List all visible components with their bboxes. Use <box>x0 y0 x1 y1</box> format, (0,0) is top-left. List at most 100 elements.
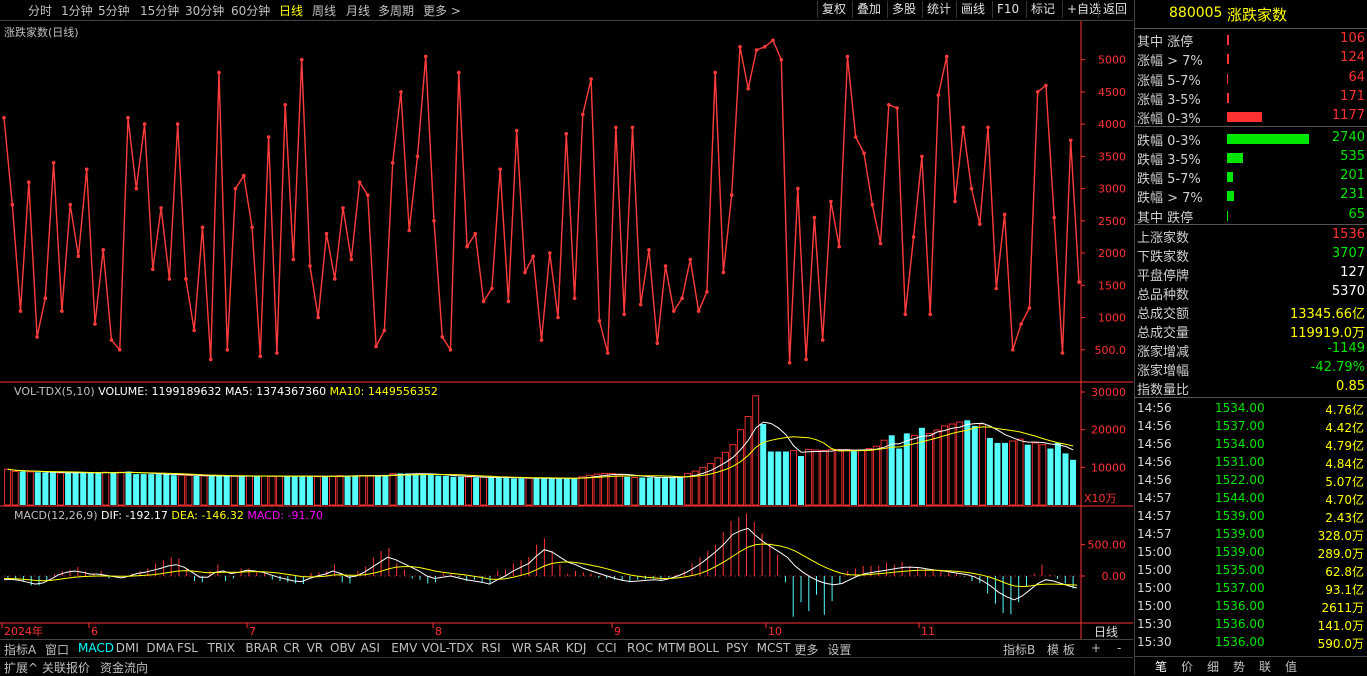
status-item-0[interactable]: 扩展^ <box>4 659 38 676</box>
tick-row[interactable]: 14:56 1534.00 4.76亿 <box>1135 400 1367 418</box>
volume-bar <box>677 477 684 505</box>
toolbar-button-5[interactable]: F10 <box>992 1 1023 18</box>
tick-row[interactable]: 14:57 1539.00 2.43亿 <box>1135 508 1367 526</box>
stat-row: 下跌家数 3707 <box>1135 245 1367 265</box>
period-tab-5[interactable]: 60分钟 <box>231 2 270 19</box>
volume-bar <box>684 472 692 506</box>
tick-amount: 4.42亿 <box>1325 421 1364 435</box>
status-item-2[interactable]: 资金流向 <box>100 659 148 676</box>
indicator-tab-0[interactable]: 窗口 <box>45 641 69 658</box>
indicator-tab-8[interactable]: VR <box>307 641 324 655</box>
breadth-point <box>705 290 709 294</box>
tick-row[interactable]: 14:56 1537.00 4.42亿 <box>1135 418 1367 436</box>
volume-bar <box>185 475 193 506</box>
tick-row[interactable]: 14:56 1522.00 5.07亿 <box>1135 472 1367 490</box>
right-tab-0[interactable]: 笔 <box>1155 658 1167 675</box>
indicator-tab-22[interactable]: MCST <box>757 641 791 655</box>
period-tab-9[interactable]: 多周期 <box>378 2 414 19</box>
period-tab-7[interactable]: 周线 <box>312 2 336 19</box>
indicator-tab-16[interactable]: KDJ <box>566 641 587 655</box>
period-tab-0[interactable]: 分时 <box>28 2 52 19</box>
volume-bar <box>11 471 19 506</box>
tick-row[interactable]: 14:56 1531.00 4.84亿 <box>1135 454 1367 472</box>
tick-amount: 4.76亿 <box>1325 403 1364 417</box>
toolbar-button-6[interactable]: 标记 <box>1026 1 1059 18</box>
tick-row[interactable]: 14:57 1544.00 4.70亿 <box>1135 490 1367 508</box>
tick-amount: 590.0万 <box>1317 637 1364 651</box>
toolbar-button-1[interactable]: 叠加 <box>852 1 885 18</box>
breadth-point <box>936 93 941 97</box>
period-tab-2[interactable]: 5分钟 <box>98 2 130 19</box>
right-tab-5[interactable]: 值 <box>1285 658 1297 675</box>
indicator-tab-2[interactable]: DMI <box>116 641 139 655</box>
indicator-tab-14[interactable]: WR <box>512 641 532 655</box>
indicator-tab-20[interactable]: BOLL <box>688 641 719 655</box>
indicator-tab-3[interactable]: DMA <box>146 641 174 655</box>
indicator-tab-10[interactable]: ASI <box>361 641 380 655</box>
breadth-label: 跌幅 5-7% <box>1137 172 1201 188</box>
volume-bar <box>964 420 971 506</box>
toolbar-button-3[interactable]: 统计 <box>922 1 955 18</box>
right-tab-4[interactable]: 联 <box>1259 658 1271 675</box>
indicator-tab-17[interactable]: CCI <box>596 641 616 655</box>
breadth-row: 涨幅 > 7% 124 <box>1135 49 1367 69</box>
indicator-tab-11[interactable]: EMV <box>391 641 417 655</box>
indicator-right-2[interactable]: + <box>1091 641 1101 655</box>
period-tab-4[interactable]: 30分钟 <box>185 2 224 19</box>
volume-bar <box>1062 453 1069 505</box>
indicator-tab-24[interactable]: 设置 <box>827 641 851 658</box>
breadth-point <box>589 77 593 81</box>
indicator-tab-23[interactable]: 更多 <box>794 641 818 658</box>
volume-bar <box>541 478 548 505</box>
toolbar-button-2[interactable]: 多股 <box>887 1 920 18</box>
indicator-tab-1[interactable]: MACD <box>78 641 114 655</box>
tick-row[interactable]: 15:00 1536.00 2611万 <box>1135 598 1367 616</box>
right-tab-2[interactable]: 细 <box>1207 658 1219 675</box>
period-tab-8[interactable]: 月线 <box>346 2 370 19</box>
tick-row[interactable]: 14:56 1534.00 4.79亿 <box>1135 436 1367 454</box>
indicator-tab-6[interactable]: BRAR <box>245 641 278 655</box>
indicator-tab-4[interactable]: FSL <box>177 641 198 655</box>
indicator-tab-21[interactable]: PSY <box>726 641 748 655</box>
period-tab-6[interactable]: 日线 <box>279 2 303 19</box>
breadth-row: 涨幅 3-5% 171 <box>1135 88 1367 108</box>
right-tab-3[interactable]: 势 <box>1233 658 1245 675</box>
period-tab-3[interactable]: 15分钟 <box>140 2 179 19</box>
indicator-tab-15[interactable]: SAR <box>535 641 559 655</box>
toolbar-button-4[interactable]: 画线 <box>956 1 989 18</box>
indicator-group-a[interactable]: 指标A <box>4 641 36 658</box>
stat-label: 总成交量 <box>1137 326 1190 341</box>
indicator-right-3[interactable]: - <box>1117 641 1121 655</box>
indicator-tab-7[interactable]: CR <box>283 641 300 655</box>
chart-area[interactable]: 500.0 1000 1500 2000 2500 3000 3500 4000 4500 500… <box>0 21 1133 639</box>
indicator-tab-19[interactable]: MTM <box>658 641 686 655</box>
right-tab-1[interactable]: 价 <box>1181 658 1193 675</box>
tick-price: 1522.00 <box>1215 473 1265 487</box>
volume-bar <box>177 474 185 506</box>
status-item-1[interactable]: 关联报价 <box>42 659 90 676</box>
toolbar-button-0[interactable]: 复权 <box>817 1 850 18</box>
tick-row[interactable]: 14:57 1539.00 328.0万 <box>1135 526 1367 544</box>
indicator-tab-13[interactable]: RSI <box>481 641 501 655</box>
period-tab-1[interactable]: 1分钟 <box>61 2 93 19</box>
breadth-point <box>465 244 469 249</box>
breadth-point <box>647 248 651 252</box>
toolbar-button-8[interactable]: 返回 <box>1098 1 1131 18</box>
indicator-tab-9[interactable]: OBV <box>330 641 356 655</box>
indicator-right-1[interactable]: 模 板 <box>1047 641 1075 658</box>
indicator-tab-5[interactable]: TRIX <box>208 641 235 655</box>
breadth-point <box>688 257 693 262</box>
volume-bar <box>117 471 125 506</box>
breadth-point <box>829 199 833 204</box>
breadth-point <box>969 186 974 191</box>
tick-row[interactable]: 15:00 1537.00 93.1亿 <box>1135 580 1367 598</box>
tick-row[interactable]: 15:30 1536.00 590.0万 <box>1135 634 1367 652</box>
tick-row[interactable]: 15:30 1536.00 141.0万 <box>1135 616 1367 634</box>
tick-row[interactable]: 15:00 1539.00 289.0万 <box>1135 544 1367 562</box>
indicator-right-0[interactable]: 指标B <box>1003 641 1035 658</box>
period-tab-10[interactable]: 更多 > <box>423 2 461 19</box>
indicator-tab-12[interactable]: VOL-TDX <box>422 641 474 655</box>
tick-row[interactable]: 15:00 1535.00 62.8亿 <box>1135 562 1367 580</box>
indicator-tab-18[interactable]: ROC <box>627 641 653 655</box>
breadth-point <box>126 115 130 120</box>
